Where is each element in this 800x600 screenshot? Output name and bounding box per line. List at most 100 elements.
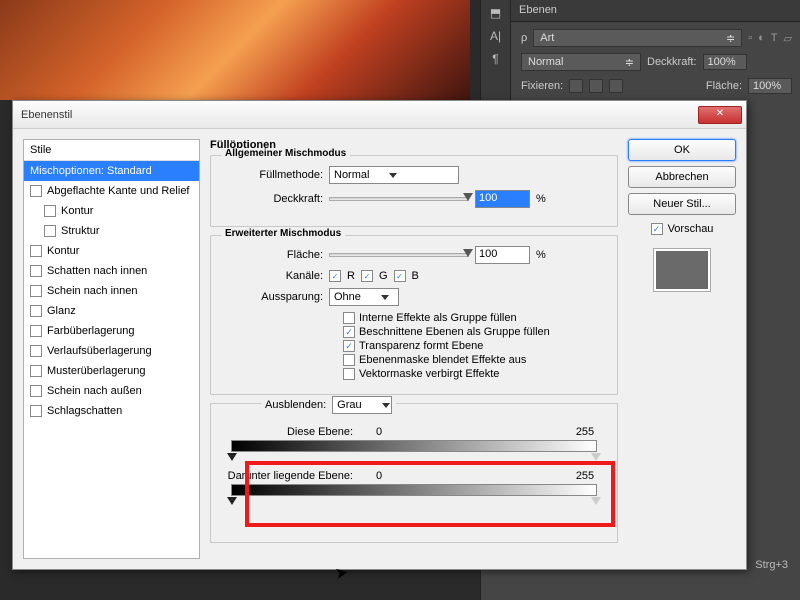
style-label: Abgeflachte Kante und Relief xyxy=(47,185,190,197)
preview-swatch xyxy=(653,248,711,292)
styles-header[interactable]: Stile xyxy=(24,140,199,161)
style-checkbox[interactable] xyxy=(44,225,56,237)
lock-pixels-icon[interactable] xyxy=(569,79,583,93)
opacity-label: Deckkraft: xyxy=(647,56,697,68)
opacity-slider[interactable] xyxy=(329,197,469,201)
blend-mode-dropdown[interactable]: Normal≑ xyxy=(521,53,641,71)
fill-input[interactable]: 100 xyxy=(475,246,530,264)
style-item[interactable]: Schein nach außen xyxy=(24,381,199,401)
clipped-layers-checkbox[interactable] xyxy=(343,326,355,338)
style-label: Kontur xyxy=(61,205,93,217)
fill-slider[interactable] xyxy=(329,253,469,257)
opacity-label: Deckkraft: xyxy=(223,193,323,205)
general-blend-group: Allgemeiner Mischmodus Füllmethode: Norm… xyxy=(210,155,618,227)
filter-icon[interactable]: ▫ xyxy=(748,32,752,44)
style-checkbox[interactable] xyxy=(30,405,42,417)
opacity-input[interactable]: 100 xyxy=(475,190,530,208)
lock-position-icon[interactable] xyxy=(589,79,603,93)
blend-mode-label: Füllmethode: xyxy=(223,169,323,181)
knockout-select[interactable]: Ohne xyxy=(329,288,399,306)
fill-label: Fläche: xyxy=(706,80,742,92)
style-label: Schein nach innen xyxy=(47,285,138,297)
canvas-image xyxy=(0,0,470,100)
style-label: Farbüberlagerung xyxy=(47,325,134,337)
channel-g-checkbox[interactable] xyxy=(361,270,373,282)
advanced-blend-group: Erweiterter Mischmodus Fläche: 100 % Kan… xyxy=(210,235,618,395)
new-style-button[interactable]: Neuer Stil... xyxy=(628,193,736,215)
filter-icon-2[interactable]: ◐ xyxy=(758,32,765,44)
options-area: Füllöptionen Allgemeiner Mischmodus Füll… xyxy=(210,139,618,559)
channel-b-checkbox[interactable] xyxy=(394,270,406,282)
kind-dropdown[interactable]: Art≑ xyxy=(533,29,742,47)
blend-if-group: Ausblenden: Grau Diese Ebene: 0 255 Daru… xyxy=(210,403,618,543)
under-hi-value: 255 xyxy=(565,470,605,482)
style-label: Musterüberlagerung xyxy=(47,365,145,377)
panel-title: Ebenen xyxy=(511,0,800,22)
style-checkbox[interactable] xyxy=(30,305,42,317)
style-item[interactable]: Schatten nach innen xyxy=(24,261,199,281)
style-item[interactable]: Kontur xyxy=(24,241,199,261)
style-checkbox[interactable] xyxy=(30,185,42,197)
blendif-select[interactable]: Grau xyxy=(332,396,392,414)
underlying-layer-label: Darunter liegende Ebene: xyxy=(223,470,353,482)
internal-effects-checkbox[interactable] xyxy=(343,312,355,324)
this-layer-gradient[interactable] xyxy=(231,440,597,452)
style-checkbox[interactable] xyxy=(30,385,42,397)
shape-filter-icon[interactable]: ▱ xyxy=(784,32,792,45)
style-label: Schein nach außen xyxy=(47,385,142,397)
close-button[interactable]: ✕ xyxy=(698,106,742,124)
pct-label: % xyxy=(536,193,546,205)
text-tool-icon[interactable]: A| xyxy=(484,26,508,46)
knockout-label: Aussparung: xyxy=(223,291,323,303)
text-filter-icon[interactable]: T xyxy=(771,32,778,44)
style-checkbox[interactable] xyxy=(44,205,56,217)
style-checkbox[interactable] xyxy=(30,285,42,297)
titlebar[interactable]: Ebenenstil ✕ xyxy=(13,101,746,129)
tool-strip: ⬒ A| ¶ xyxy=(481,0,511,100)
style-checkbox[interactable] xyxy=(30,245,42,257)
style-item[interactable]: Verlaufsüberlagerung xyxy=(24,341,199,361)
lock-label: Fixieren: xyxy=(521,80,563,92)
paragraph-icon[interactable]: ¶ xyxy=(484,49,508,69)
pct-label: % xyxy=(536,249,546,261)
lock-all-icon[interactable] xyxy=(609,79,623,93)
this-lo-value: 0 xyxy=(359,426,399,438)
opacity-value[interactable]: 100% xyxy=(703,54,747,70)
layer-style-dialog: Ebenenstil ✕ Stile Mischoptionen: Standa… xyxy=(12,100,747,570)
style-checkbox[interactable] xyxy=(30,265,42,277)
dialog-title: Ebenenstil xyxy=(21,109,698,121)
style-checkbox[interactable] xyxy=(30,325,42,337)
fill-value[interactable]: 100% xyxy=(748,78,792,94)
style-item[interactable]: Musterüberlagerung xyxy=(24,361,199,381)
style-label: Schlagschatten xyxy=(47,405,122,417)
group-label: Allgemeiner Mischmodus xyxy=(221,148,350,159)
style-item[interactable]: Struktur xyxy=(24,221,199,241)
blendif-label: Ausblenden: xyxy=(265,399,326,411)
cancel-button[interactable]: Abbrechen xyxy=(628,166,736,188)
style-item[interactable]: Abgeflachte Kante und Relief xyxy=(24,181,199,201)
style-item[interactable]: Kontur xyxy=(24,201,199,221)
magnet-icon[interactable]: ⬒ xyxy=(484,3,508,23)
style-checkbox[interactable] xyxy=(30,365,42,377)
style-item[interactable]: Mischoptionen: Standard xyxy=(24,161,199,181)
this-layer-label: Diese Ebene: xyxy=(223,426,353,438)
style-item[interactable]: Glanz xyxy=(24,301,199,321)
under-lo-value: 0 xyxy=(359,470,399,482)
styles-list: Stile Mischoptionen: Standard Abgeflachte… xyxy=(23,139,200,559)
channel-r-checkbox[interactable] xyxy=(329,270,341,282)
underlying-layer-gradient[interactable] xyxy=(231,484,597,496)
style-label: Glanz xyxy=(47,305,76,317)
preview-label: Vorschau xyxy=(668,223,714,235)
style-item[interactable]: Farbüberlagerung xyxy=(24,321,199,341)
style-item[interactable]: Schein nach innen xyxy=(24,281,199,301)
dialog-buttons: OK Abbrechen Neuer Stil... Vorschau xyxy=(628,139,736,559)
vector-mask-checkbox[interactable] xyxy=(343,368,355,380)
preview-checkbox[interactable] xyxy=(651,223,663,235)
blend-mode-select[interactable]: Normal xyxy=(329,166,459,184)
layer-mask-checkbox[interactable] xyxy=(343,354,355,366)
style-checkbox[interactable] xyxy=(30,345,42,357)
ok-button[interactable]: OK xyxy=(628,139,736,161)
style-item[interactable]: Schlagschatten xyxy=(24,401,199,421)
transparency-shapes-checkbox[interactable] xyxy=(343,340,355,352)
style-label: Struktur xyxy=(61,225,100,237)
